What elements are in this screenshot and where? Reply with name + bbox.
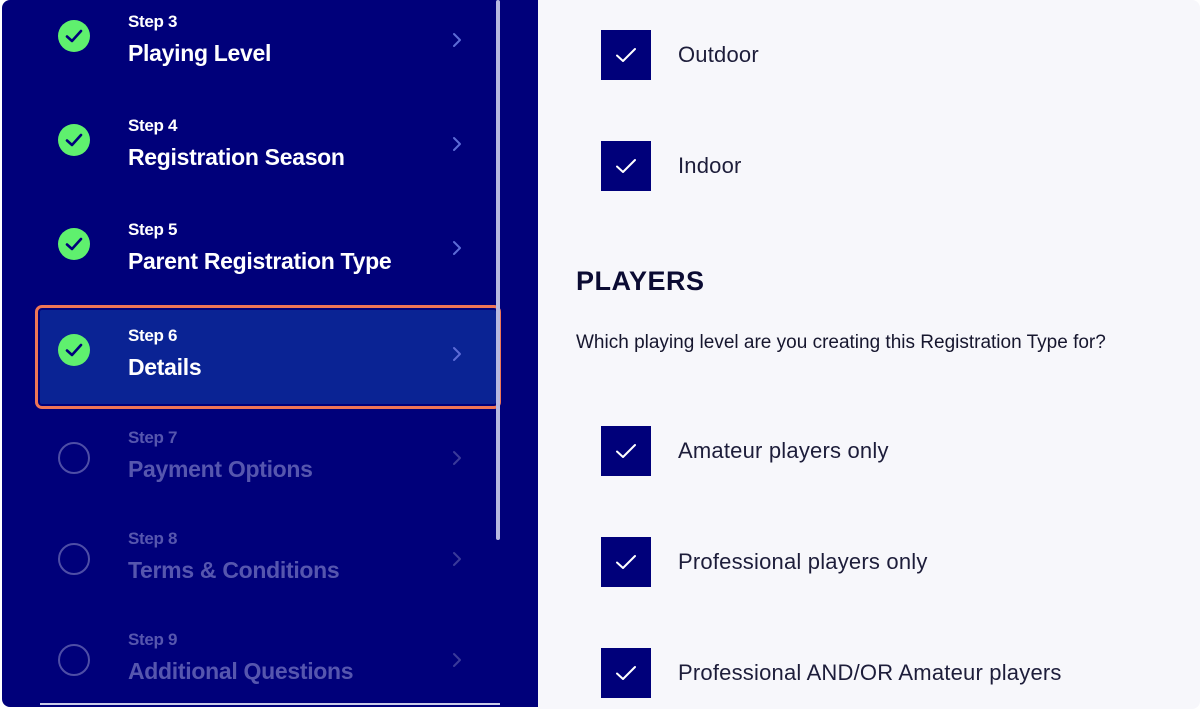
- check-circle-icon: [58, 334, 90, 366]
- check-circle-icon: [58, 20, 90, 52]
- check-circle-icon: [58, 124, 90, 156]
- checkbox-box[interactable]: [601, 537, 651, 587]
- step-title: Terms & Conditions: [128, 557, 340, 583]
- check-circle-icon: [58, 228, 90, 260]
- checkmark-icon: [616, 666, 636, 680]
- checkbox-label: Professional AND/OR Amateur players: [678, 660, 1062, 685]
- step-title: Playing Level: [128, 40, 272, 66]
- checkmark-icon: [616, 444, 636, 458]
- empty-circle-icon: [58, 442, 90, 474]
- step-item-registration-season[interactable]: Step 4 Registration Season: [40, 104, 496, 198]
- checkbox-label: Amateur players only: [678, 438, 889, 463]
- step-item-details[interactable]: Step 6 Details: [35, 305, 501, 409]
- step-item-parent-registration-type[interactable]: Step 5 Parent Registration Type: [40, 208, 496, 302]
- step-item-payment-options[interactable]: Step 7 Payment Options: [40, 414, 496, 508]
- step-number: Step 7: [128, 428, 178, 447]
- step-item-additional-questions[interactable]: Step 9 Additional Questions: [40, 616, 496, 707]
- empty-circle-icon: [58, 644, 90, 676]
- checkbox-box[interactable]: [601, 30, 651, 80]
- step-title: Details: [128, 354, 202, 380]
- step-number: Step 4: [128, 116, 178, 135]
- chevron-right-icon: [453, 241, 461, 255]
- checkmark-icon: [616, 555, 636, 569]
- app-frame: Step 3 Playing Level Step 4 Registration…: [0, 0, 1200, 709]
- step-number: Step 3: [128, 12, 178, 31]
- checkmark-icon: [616, 48, 636, 62]
- chevron-right-icon: [453, 137, 461, 151]
- chevron-right-icon: [453, 653, 461, 667]
- checkbox-label: Outdoor: [678, 42, 759, 67]
- sidebar-scrollbar[interactable]: [496, 0, 500, 540]
- checkbox-box[interactable]: [601, 426, 651, 476]
- step-item-terms-conditions[interactable]: Step 8 Terms & Conditions: [40, 515, 496, 609]
- players-question: Which playing level are you creating thi…: [576, 332, 1106, 353]
- sidebar-divider: [40, 703, 500, 705]
- step-number: Step 8: [128, 529, 178, 548]
- checkbox-label: Indoor: [678, 153, 742, 178]
- checkbox-box[interactable]: [601, 141, 651, 191]
- steps-sidebar: Step 3 Playing Level Step 4 Registration…: [2, 0, 538, 707]
- step-title: Parent Registration Type: [128, 248, 392, 274]
- step-title: Payment Options: [128, 456, 313, 482]
- checkbox-label: Professional players only: [678, 549, 928, 574]
- step-number: Step 9: [128, 630, 178, 649]
- chevron-right-icon: [453, 347, 461, 361]
- checkbox-box[interactable]: [601, 648, 651, 698]
- chevron-right-icon: [453, 552, 461, 566]
- step-number: Step 6: [128, 326, 178, 345]
- details-panel: Outdoor Indoor PLAYERS Which playing lev…: [538, 0, 1200, 709]
- step-item-playing-level[interactable]: Step 3 Playing Level: [40, 0, 496, 94]
- step-title: Additional Questions: [128, 658, 354, 684]
- step-number: Step 5: [128, 220, 178, 239]
- chevron-right-icon: [453, 33, 461, 47]
- players-section-title: PLAYERS: [576, 266, 705, 296]
- empty-circle-icon: [58, 543, 90, 575]
- checkmark-icon: [616, 159, 636, 173]
- chevron-right-icon: [453, 451, 461, 465]
- step-title: Registration Season: [128, 144, 345, 170]
